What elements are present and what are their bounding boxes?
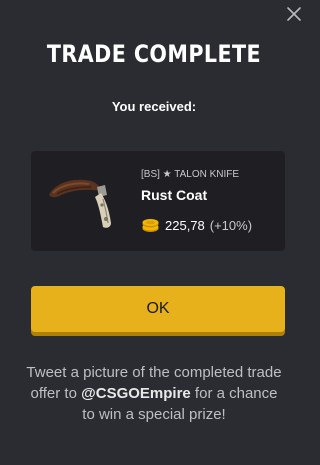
tweet-message: Tweet a picture of the completed trade o… [24, 362, 284, 425]
knife-image [49, 179, 111, 228]
item-price: 225,78 [165, 217, 205, 233]
price-row: 225,78 (+10%) [141, 216, 252, 234]
trade-complete-modal: TRADE COMPLETE You received: [BS] ★ TALO… [0, 0, 308, 465]
modal-title: TRADE COMPLETE [46, 40, 262, 68]
coins-icon [142, 219, 159, 232]
close-icon[interactable] [285, 5, 303, 23]
item-bonus: (+10%) [209, 217, 253, 233]
twitter-handle[interactable]: @CSGOEmpire [81, 385, 191, 402]
item-card: [BS] ★ TALON KNIFE Rust Coat 225,78 (+10… [31, 151, 285, 251]
ok-button[interactable]: OK [31, 286, 285, 332]
item-skin: Rust Coat [141, 187, 208, 203]
received-label: You received: [111, 99, 197, 114]
item-name: [BS] ★ TALON KNIFE [141, 169, 240, 180]
